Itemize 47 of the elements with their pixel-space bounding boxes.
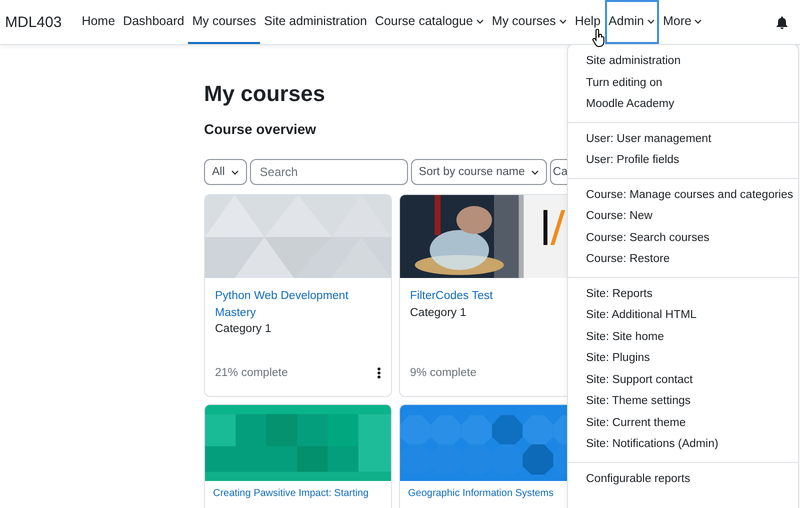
page-title: My courses (204, 81, 326, 107)
caret-icon (646, 18, 655, 24)
nav-link[interactable]: Course catalogue (370, 0, 488, 44)
nav-link[interactable]: More (658, 0, 706, 44)
menu-item[interactable]: Site: Additional HTML (568, 305, 798, 326)
menu-item[interactable]: Moodle Academy (568, 94, 798, 116)
nav-link[interactable]: My courses (188, 0, 260, 44)
course-category: Category 1 (410, 306, 468, 320)
menu-item[interactable]: Site: Current theme (568, 412, 798, 434)
menu-item[interactable]: Turn editing on (568, 72, 798, 94)
caret-icon (530, 170, 539, 174)
nav-link[interactable]: Site administration (260, 0, 371, 44)
filter-dropdown[interactable]: All (204, 159, 247, 185)
menu-item[interactable]: User: Profile fields (568, 150, 798, 172)
caret-icon (694, 18, 702, 24)
menu-item[interactable]: Course: New (568, 206, 798, 228)
nav-link[interactable]: Help (570, 0, 605, 44)
section-title: Course overview (204, 121, 316, 137)
menu-item[interactable]: Site: Theme settings (568, 391, 798, 412)
nav-link[interactable]: My courses (488, 0, 571, 44)
menu-item[interactable]: Configurable reports (568, 468, 798, 490)
progress-text: 9% complete (410, 367, 476, 379)
menu-item[interactable]: Site: Plugins (568, 348, 798, 370)
menu-item[interactable]: Course: Search courses (568, 228, 798, 249)
nav-link[interactable]: Home (78, 0, 120, 44)
caret-icon (476, 18, 484, 24)
menu-item[interactable]: Course: Restore (568, 249, 798, 270)
menu-item[interactable]: Site: Support contact (568, 370, 798, 391)
nav-link[interactable]: Dashboard (119, 0, 188, 44)
menu-item[interactable]: Course: Manage courses and categories (568, 184, 798, 206)
filter-dropdown[interactable]: Sort by course name (410, 159, 547, 185)
progress-text: 21% complete (215, 367, 288, 379)
menu-item[interactable]: User: User management (568, 128, 798, 150)
course-title[interactable]: Python Web Development Mastery (215, 288, 381, 321)
search-field[interactable]: Search (250, 159, 408, 185)
course-title[interactable]: Creating Pawsitive Impact: Starting (213, 487, 383, 500)
more-icon[interactable] (377, 367, 381, 379)
caret-icon (558, 18, 567, 24)
course-category: Category 1 (215, 322, 272, 337)
caret-icon (230, 170, 239, 174)
menu-item[interactable]: Site: Reports (568, 284, 798, 305)
nav-link[interactable]: Admin (604, 0, 659, 44)
bell-icon[interactable] (776, 16, 788, 28)
menu-item[interactable]: Site: Notifications (Admin) (568, 434, 798, 456)
menu-item[interactable]: Site administration (568, 51, 798, 72)
menu-item[interactable]: Site: Site home (568, 326, 798, 348)
site-name: MDL403 (5, 14, 62, 30)
